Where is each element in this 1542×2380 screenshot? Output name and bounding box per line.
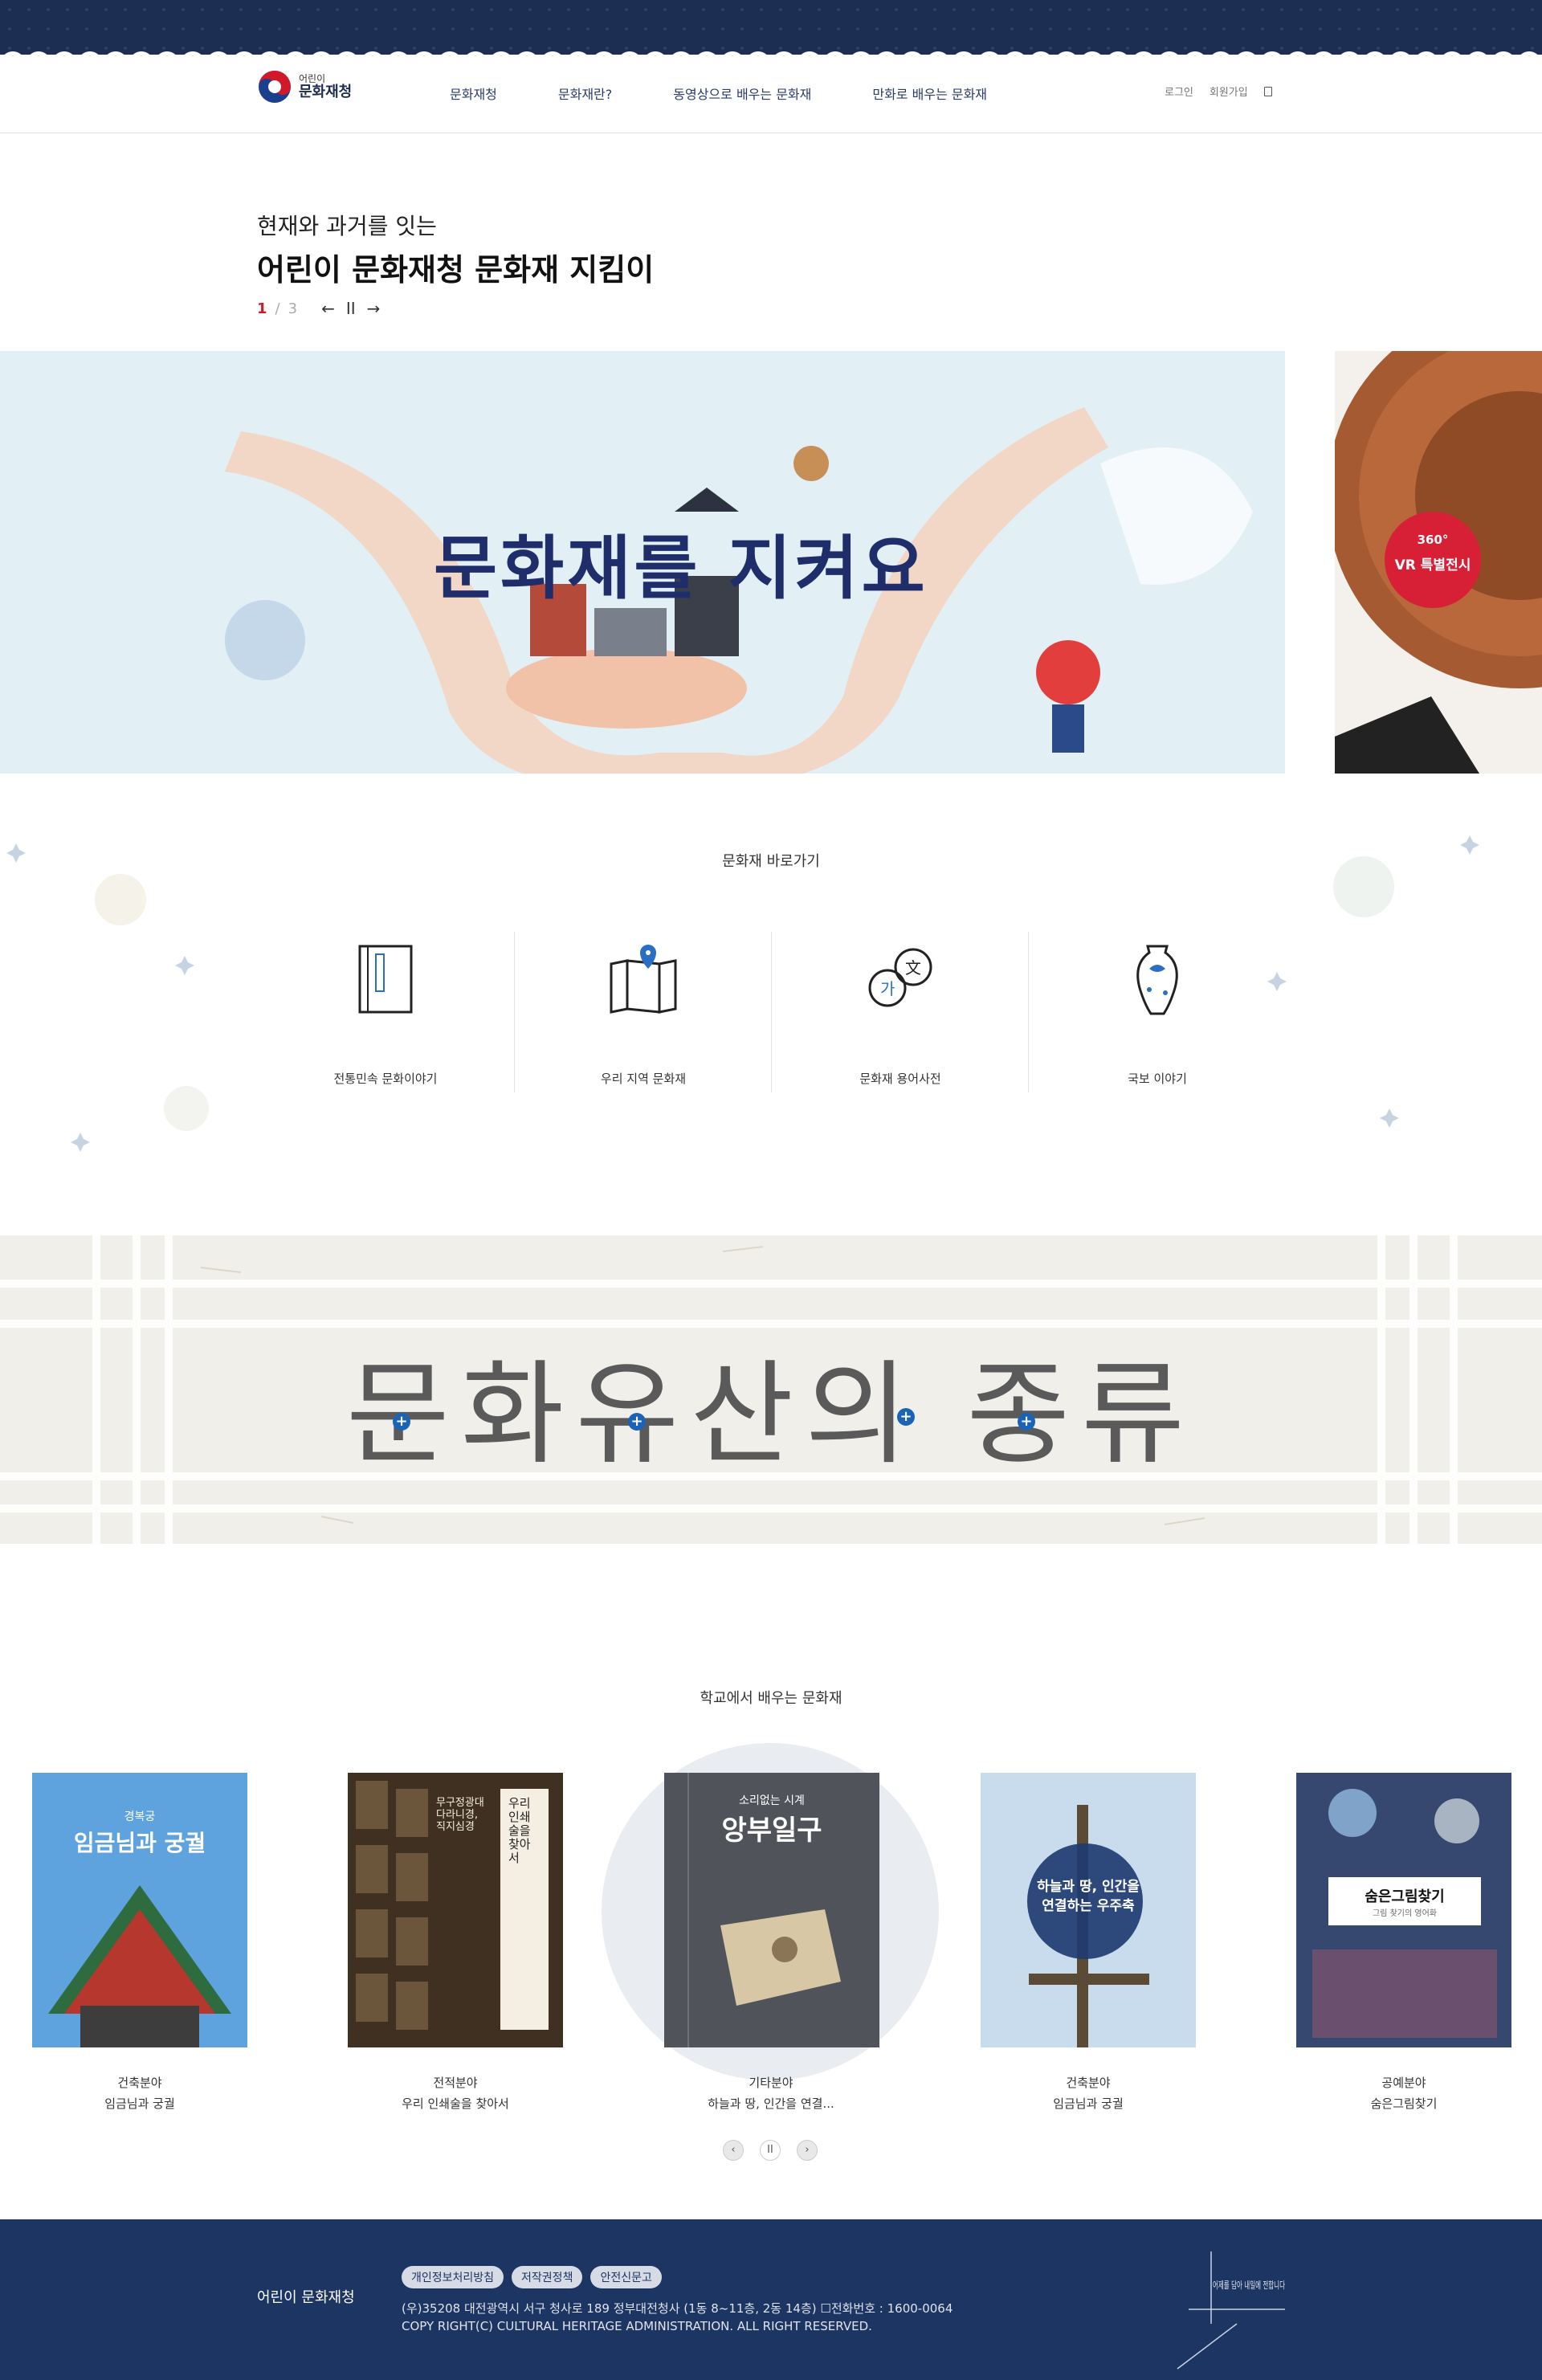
svg-text:文: 文 (905, 958, 921, 978)
logo-main-text: 문화재청 (299, 83, 353, 100)
book-caption-5: 공예분야 숨은그림찾기 (1283, 2072, 1524, 2114)
util-menu: 로그인 회원가입 (1165, 84, 1272, 99)
site-logo[interactable]: 어린이 문화재청 (257, 69, 352, 104)
book-name-4: 임금님과 궁궐 (1053, 2096, 1124, 2111)
book-cover-title-4: 하늘과 땅, 인간을 연결하는 우주축 (1037, 1879, 1140, 1914)
svg-text:가: 가 (880, 979, 895, 998)
nav-item-comic[interactable]: 만화로 배우는 문화재 (872, 84, 987, 103)
book-name-1: 임금님과 궁궐 (104, 2096, 175, 2111)
hero-banner-next[interactable]: 360° VR 특별전시 (1335, 351, 1542, 774)
book-cover-sundial[interactable]: 소리없는 시계 앙부일구 (664, 1773, 879, 2047)
book-caption-4: 건축분야 임금님과 궁궐 (968, 2072, 1209, 2114)
quick-item-local-heritage[interactable]: 우리 지역 문화재 (514, 932, 771, 1092)
nav-item-what-is-heritage[interactable]: 문화재란? (558, 84, 612, 103)
vr-360-label: 360° (1417, 533, 1449, 547)
site-header: 어린이 문화재청 문화재청 문화재란? 동영상으로 배우는 문화재 만화로 배우… (0, 58, 1542, 133)
vr-exhibition-label: VR 특별전시 (1394, 557, 1471, 574)
safety-report-link[interactable]: 안전신문고 (590, 2266, 662, 2288)
book-category-4: 건축분야 (1066, 2076, 1111, 2090)
nav-item-video[interactable]: 동영상으로 배우는 문화재 (673, 84, 811, 103)
book-name-2: 우리 인쇄술을 찾아서 (402, 2096, 509, 2111)
scallop-pattern (0, 0, 1542, 64)
book-name-3: 하늘과 땅, 인간을 연결... (708, 2096, 834, 2111)
pause-icon[interactable]: II (346, 299, 356, 318)
book-cover-title-2: 우리 인쇄술을 찾아서 (508, 1796, 531, 1865)
quick-label-local-heritage: 우리 지역 문화재 (600, 1072, 687, 1086)
main-nav: 문화재청 문화재란? 동영상으로 배우는 문화재 만화로 배우는 문화재 (450, 84, 1048, 103)
book-cover-palace[interactable]: 경복궁 임금님과 궁궐 (32, 1773, 247, 2047)
school-section-title: 학교에서 배우는 문화재 (700, 1690, 842, 1707)
hero-banner-main[interactable]: 문화재를 지켜요 (0, 351, 1285, 774)
book-pause-icon[interactable]: II (760, 2140, 781, 2161)
book-prev-icon[interactable]: ‹ (723, 2140, 744, 2161)
dictionary-icon: 가 文 (868, 948, 932, 1007)
vase-icon (1136, 945, 1178, 1015)
book-cover-hidden-picture[interactable]: 숨은그림찾기 그림 찾기의 영어화 (1296, 1773, 1511, 2047)
page: 어린이 문화재청 문화재청 문화재란? 동영상으로 배우는 문화재 만화로 배우… (0, 0, 1542, 2380)
heritage-plus-3[interactable]: + (897, 1408, 915, 1426)
site-footer: 어린이 문화재청 개인정보처리방침 저작권정책 안전신문고 (우)35208 대… (0, 2219, 1542, 2380)
heritage-plus-2[interactable]: + (628, 1413, 646, 1431)
book-cover-small-3: 소리없는 시계 (739, 1794, 805, 1807)
quick-label-dictionary: 문화재 용어사전 (859, 1072, 941, 1086)
book-caption-1: 건축분야 임금님과 궁궐 (19, 2072, 260, 2114)
login-link[interactable]: 로그인 (1165, 84, 1193, 99)
book-next-icon[interactable]: › (797, 2140, 818, 2161)
prev-arrow-icon[interactable]: ← (321, 299, 335, 318)
book-icon (358, 945, 413, 1014)
heritage-plus-4[interactable]: + (1018, 1413, 1035, 1431)
footer-links: 개인정보처리방침 저작권정책 안전신문고 (402, 2266, 662, 2288)
book-category-3: 기타분야 (749, 2076, 793, 2090)
footer-address: (우)35208 대전광역시 서구 청사로 189 정부대전청사 (1동 8~1… (402, 2301, 953, 2316)
slide-total: 3 (288, 300, 298, 317)
book-caption-2: 전적분야 우리 인쇄술을 찾아서 (335, 2072, 576, 2114)
banner-headline: 문화재를 지켜요 (434, 528, 928, 609)
next-arrow-icon[interactable]: → (367, 299, 381, 318)
book-category-5: 공예분야 (1381, 2076, 1426, 2090)
quick-links: 전통민속 문화이야기 우리 지역 문화재 가 文 문화재 용어사전 국보 이야기 (257, 932, 1285, 1092)
book-category-1: 건축분야 (117, 2076, 162, 2090)
heritage-types-banner: 문화유산의 종류 + + + + (0, 1235, 1542, 1544)
book-slider-controls: ‹ II › (723, 2140, 818, 2161)
heritage-title: 문화유산의 종류 (345, 1349, 1197, 1480)
heritage-plus-1[interactable]: + (393, 1413, 410, 1431)
taegeuk-logo-icon (259, 71, 291, 103)
hero-slider-controls: 1 / 3 ← II → (257, 299, 391, 318)
slide-separator: / (275, 300, 280, 317)
book-cover-small-1: 경복궁 (124, 1811, 156, 1823)
book-caption-3: 기타분야 하늘과 땅, 인간을 연결... (651, 2072, 891, 2114)
footer-copyright: COPY RIGHT(C) CULTURAL HERITAGE ADMINIST… (402, 2319, 872, 2333)
book-category-2: 전적분야 (433, 2076, 478, 2090)
vr-exhibition-badge[interactable]: 360° VR 특별전시 (1385, 512, 1481, 608)
map-icon (610, 945, 677, 1014)
hero-title: 어린이 문화재청 문화재 지킴이 (257, 252, 655, 288)
nav-item-cha[interactable]: 문화재청 (450, 84, 497, 103)
hero-subtitle: 현재와 과거를 잇는 (257, 213, 437, 239)
top-pattern-band (0, 0, 1542, 64)
quick-label-national-treasure: 국보 이야기 (1128, 1072, 1187, 1086)
slide-current: 1 (257, 300, 267, 317)
quick-item-folk-culture[interactable]: 전통민속 문화이야기 (257, 932, 514, 1092)
book-name-5: 숨은그림찾기 (1370, 2096, 1438, 2111)
book-cover-cosmic-axis[interactable]: 하늘과 땅, 인간을 연결하는 우주축 (981, 1773, 1196, 2047)
copyright-policy-link[interactable]: 저작권정책 (512, 2266, 583, 2288)
footer-sign-text: 어제를 담아 내일에 전합니다 (1213, 2280, 1285, 2291)
book-cover-small-5: 그림 찾기의 영어화 (1373, 1909, 1437, 1918)
footer-brand: 어린이 문화재청 (257, 2289, 355, 2306)
book-cover-printing[interactable]: 우리 인쇄술을 찾아서 무구정광대다라니경, 직지심경 (348, 1773, 563, 2047)
privacy-policy-link[interactable]: 개인정보처리방침 (402, 2266, 504, 2288)
book-cover-title-3: 앙부일구 (721, 1815, 822, 1847)
book-cover-title-1: 임금님과 궁궐 (73, 1830, 206, 1856)
search-icon[interactable] (1263, 86, 1272, 96)
footer-calligraphy: 어제를 담아 내일에 전합니다 (1177, 2251, 1285, 2370)
footer-address-block: (우)35208 대전광역시 서구 청사로 189 정부대전청사 (1동 8~1… (402, 2300, 953, 2335)
quick-item-national-treasure[interactable]: 국보 이야기 (1028, 932, 1285, 1092)
book-cover-title-5: 숨은그림찾기 (1365, 1888, 1445, 1905)
quick-item-dictionary[interactable]: 가 文 문화재 용어사전 (771, 932, 1028, 1092)
book-cover-small-2: 무구정광대다라니경, 직지심경 (436, 1797, 484, 1833)
quick-label-folk-culture: 전통민속 문화이야기 (333, 1072, 438, 1086)
signup-link[interactable]: 회원가입 (1210, 84, 1248, 99)
logo-small-text: 어린이 (299, 72, 326, 84)
